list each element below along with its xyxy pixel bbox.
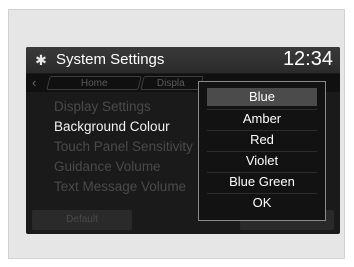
option-amber[interactable]: Amber: [207, 109, 317, 127]
menu-item-touch-panel-sensitivity[interactable]: Touch Panel Sensitivity: [26, 137, 226, 157]
option-violet[interactable]: Violet: [207, 151, 317, 169]
option-blue[interactable]: Blue: [207, 88, 317, 106]
tab-home-label: Home: [80, 77, 108, 89]
menu-item-guidance-volume[interactable]: Guidance Volume: [26, 157, 226, 177]
option-blue-green[interactable]: Blue Green: [207, 172, 317, 190]
tab-home[interactable]: Home: [46, 76, 142, 90]
nav-screen: ✱ System Settings 12:34 ‹ Home Displa Di…: [26, 47, 340, 234]
gear-icon: ✱: [35, 52, 47, 68]
chevron-left-icon[interactable]: ‹: [32, 75, 36, 90]
default-button[interactable]: Default: [32, 210, 132, 230]
colour-options-popup: Blue Amber Red Violet Blue Green OK: [198, 81, 326, 221]
option-red[interactable]: Red: [207, 130, 317, 148]
tab-display[interactable]: Displa: [140, 76, 204, 90]
tab-display-label: Displa: [157, 77, 185, 89]
page-title: System Settings: [56, 51, 165, 68]
clock: 12:34: [282, 48, 333, 70]
header-bar: ✱ System Settings 12:34: [26, 47, 340, 73]
menu-item-background-colour[interactable]: Background Colour: [26, 117, 226, 137]
menu-item-display-settings[interactable]: Display Settings: [26, 97, 226, 117]
menu-item-text-message-volume[interactable]: Text Message Volume: [26, 177, 226, 197]
ok-button[interactable]: OK: [207, 193, 317, 211]
settings-menu: Display Settings Background Colour Touch…: [26, 97, 226, 197]
